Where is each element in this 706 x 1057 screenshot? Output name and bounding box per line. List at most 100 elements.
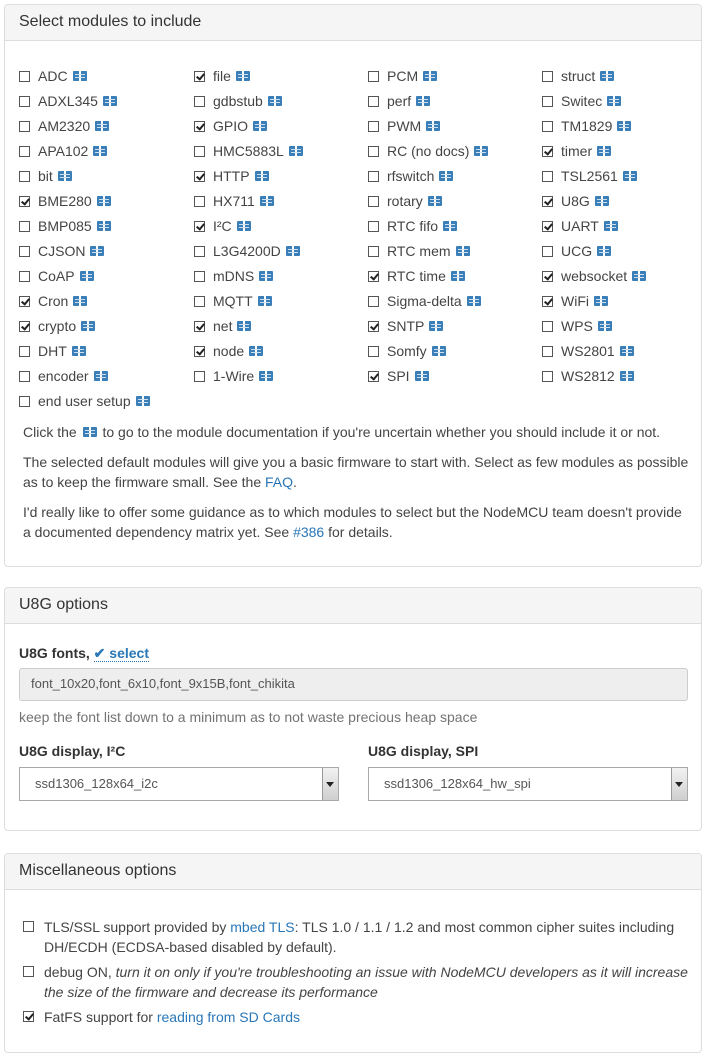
module-option[interactable]: ADXL345 xyxy=(19,91,117,111)
module-checkbox[interactable] xyxy=(19,70,30,82)
module-option[interactable]: HX711 xyxy=(194,191,274,211)
module-option[interactable]: rfswitch xyxy=(368,166,454,186)
module-checkbox[interactable] xyxy=(194,220,205,232)
module-option[interactable]: crypto xyxy=(19,316,96,336)
module-checkbox[interactable] xyxy=(194,95,205,107)
tls-checkbox[interactable] xyxy=(23,921,34,932)
book-icon[interactable] xyxy=(603,221,618,232)
book-icon[interactable] xyxy=(96,221,111,232)
book-icon[interactable] xyxy=(597,321,612,332)
module-option[interactable]: AM2320 xyxy=(19,116,110,136)
u8g-i2c-select[interactable]: ssd1306_128x64_i2c xyxy=(19,767,339,801)
module-checkbox[interactable] xyxy=(542,120,553,132)
module-checkbox[interactable] xyxy=(19,195,30,207)
module-option[interactable]: UCG xyxy=(542,241,612,261)
module-checkbox[interactable] xyxy=(542,170,553,182)
book-icon[interactable] xyxy=(93,371,108,382)
book-icon[interactable] xyxy=(96,196,111,207)
module-checkbox[interactable] xyxy=(194,295,205,307)
module-option[interactable]: RC (no docs) xyxy=(368,141,489,161)
module-option[interactable]: 1-Wire xyxy=(194,366,274,386)
module-option[interactable]: WS2801 xyxy=(542,341,634,361)
module-option[interactable]: SNTP xyxy=(368,316,444,336)
module-checkbox[interactable] xyxy=(194,70,205,82)
module-checkbox[interactable] xyxy=(542,345,553,357)
book-icon[interactable] xyxy=(450,271,465,282)
module-option[interactable]: SPI xyxy=(368,366,429,386)
module-checkbox[interactable] xyxy=(19,320,30,332)
module-checkbox[interactable] xyxy=(19,120,30,132)
module-option[interactable]: WS2812 xyxy=(542,366,634,386)
book-icon[interactable] xyxy=(102,96,117,107)
module-option[interactable]: UART xyxy=(542,216,618,236)
book-icon[interactable] xyxy=(455,246,470,257)
module-option[interactable]: MQTT xyxy=(194,291,272,311)
module-checkbox[interactable] xyxy=(542,245,553,257)
book-icon[interactable] xyxy=(236,221,251,232)
book-icon[interactable] xyxy=(426,121,441,132)
book-icon[interactable] xyxy=(285,246,300,257)
faq-link[interactable]: FAQ xyxy=(265,474,293,490)
module-option[interactable]: U8G xyxy=(542,191,609,211)
module-checkbox[interactable] xyxy=(194,370,205,382)
module-checkbox[interactable] xyxy=(194,170,205,182)
module-checkbox[interactable] xyxy=(194,120,205,132)
module-option[interactable]: bit xyxy=(19,166,72,186)
u8g-fonts-input[interactable]: font_10x20,font_6x10,font_9x15B,font_chi… xyxy=(19,668,688,701)
module-option[interactable]: end user setup xyxy=(19,391,150,411)
module-option[interactable]: BMP085 xyxy=(19,216,111,236)
module-option[interactable]: RTC time xyxy=(368,266,465,286)
module-checkbox[interactable] xyxy=(19,95,30,107)
book-icon[interactable] xyxy=(259,371,274,382)
book-icon[interactable] xyxy=(443,221,458,232)
module-option[interactable]: WPS xyxy=(542,316,612,336)
module-option[interactable]: WiFi xyxy=(542,291,608,311)
module-checkbox[interactable] xyxy=(368,220,379,232)
book-icon[interactable] xyxy=(427,196,442,207)
module-option[interactable]: CJSON xyxy=(19,241,105,261)
book-icon[interactable] xyxy=(257,296,272,307)
module-option[interactable]: encoder xyxy=(19,366,108,386)
chevron-down-icon[interactable] xyxy=(322,768,338,800)
module-option[interactable]: node xyxy=(194,341,264,361)
module-checkbox[interactable] xyxy=(542,195,553,207)
module-option[interactable]: I²C xyxy=(194,216,251,236)
module-option[interactable]: ADC xyxy=(19,66,87,86)
book-icon[interactable] xyxy=(622,171,637,182)
book-icon[interactable] xyxy=(95,121,110,132)
module-checkbox[interactable] xyxy=(542,295,553,307)
u8g-spi-select[interactable]: ssd1306_128x64_hw_spi xyxy=(368,767,688,801)
module-option[interactable]: gdbstub xyxy=(194,91,282,111)
module-option[interactable]: BME280 xyxy=(19,191,111,211)
book-icon[interactable] xyxy=(93,146,108,157)
issue-386-link[interactable]: #386 xyxy=(293,524,324,540)
book-icon[interactable] xyxy=(423,71,438,82)
module-option[interactable]: net xyxy=(194,316,252,336)
book-icon[interactable] xyxy=(254,171,269,182)
module-checkbox[interactable] xyxy=(19,145,30,157)
book-icon[interactable] xyxy=(431,346,446,357)
module-option[interactable]: DHT xyxy=(19,341,86,361)
book-icon[interactable] xyxy=(235,71,250,82)
sd-cards-link[interactable]: reading from SD Cards xyxy=(157,1009,300,1025)
module-option[interactable]: mDNS xyxy=(194,266,274,286)
module-checkbox[interactable] xyxy=(368,320,379,332)
module-checkbox[interactable] xyxy=(194,195,205,207)
chevron-down-icon[interactable] xyxy=(671,768,687,800)
book-icon[interactable] xyxy=(594,196,609,207)
module-checkbox[interactable] xyxy=(368,195,379,207)
module-checkbox[interactable] xyxy=(368,245,379,257)
module-checkbox[interactable] xyxy=(368,170,379,182)
module-option[interactable]: struct xyxy=(542,66,615,86)
book-icon[interactable] xyxy=(429,321,444,332)
book-icon[interactable] xyxy=(81,321,96,332)
module-checkbox[interactable] xyxy=(194,320,205,332)
module-checkbox[interactable] xyxy=(19,370,30,382)
module-checkbox[interactable] xyxy=(368,370,379,382)
book-icon[interactable] xyxy=(466,296,481,307)
module-checkbox[interactable] xyxy=(542,270,553,282)
module-checkbox[interactable] xyxy=(368,120,379,132)
module-option[interactable]: PWM xyxy=(368,116,441,136)
module-option[interactable]: TSL2561 xyxy=(542,166,637,186)
book-icon[interactable] xyxy=(71,346,86,357)
